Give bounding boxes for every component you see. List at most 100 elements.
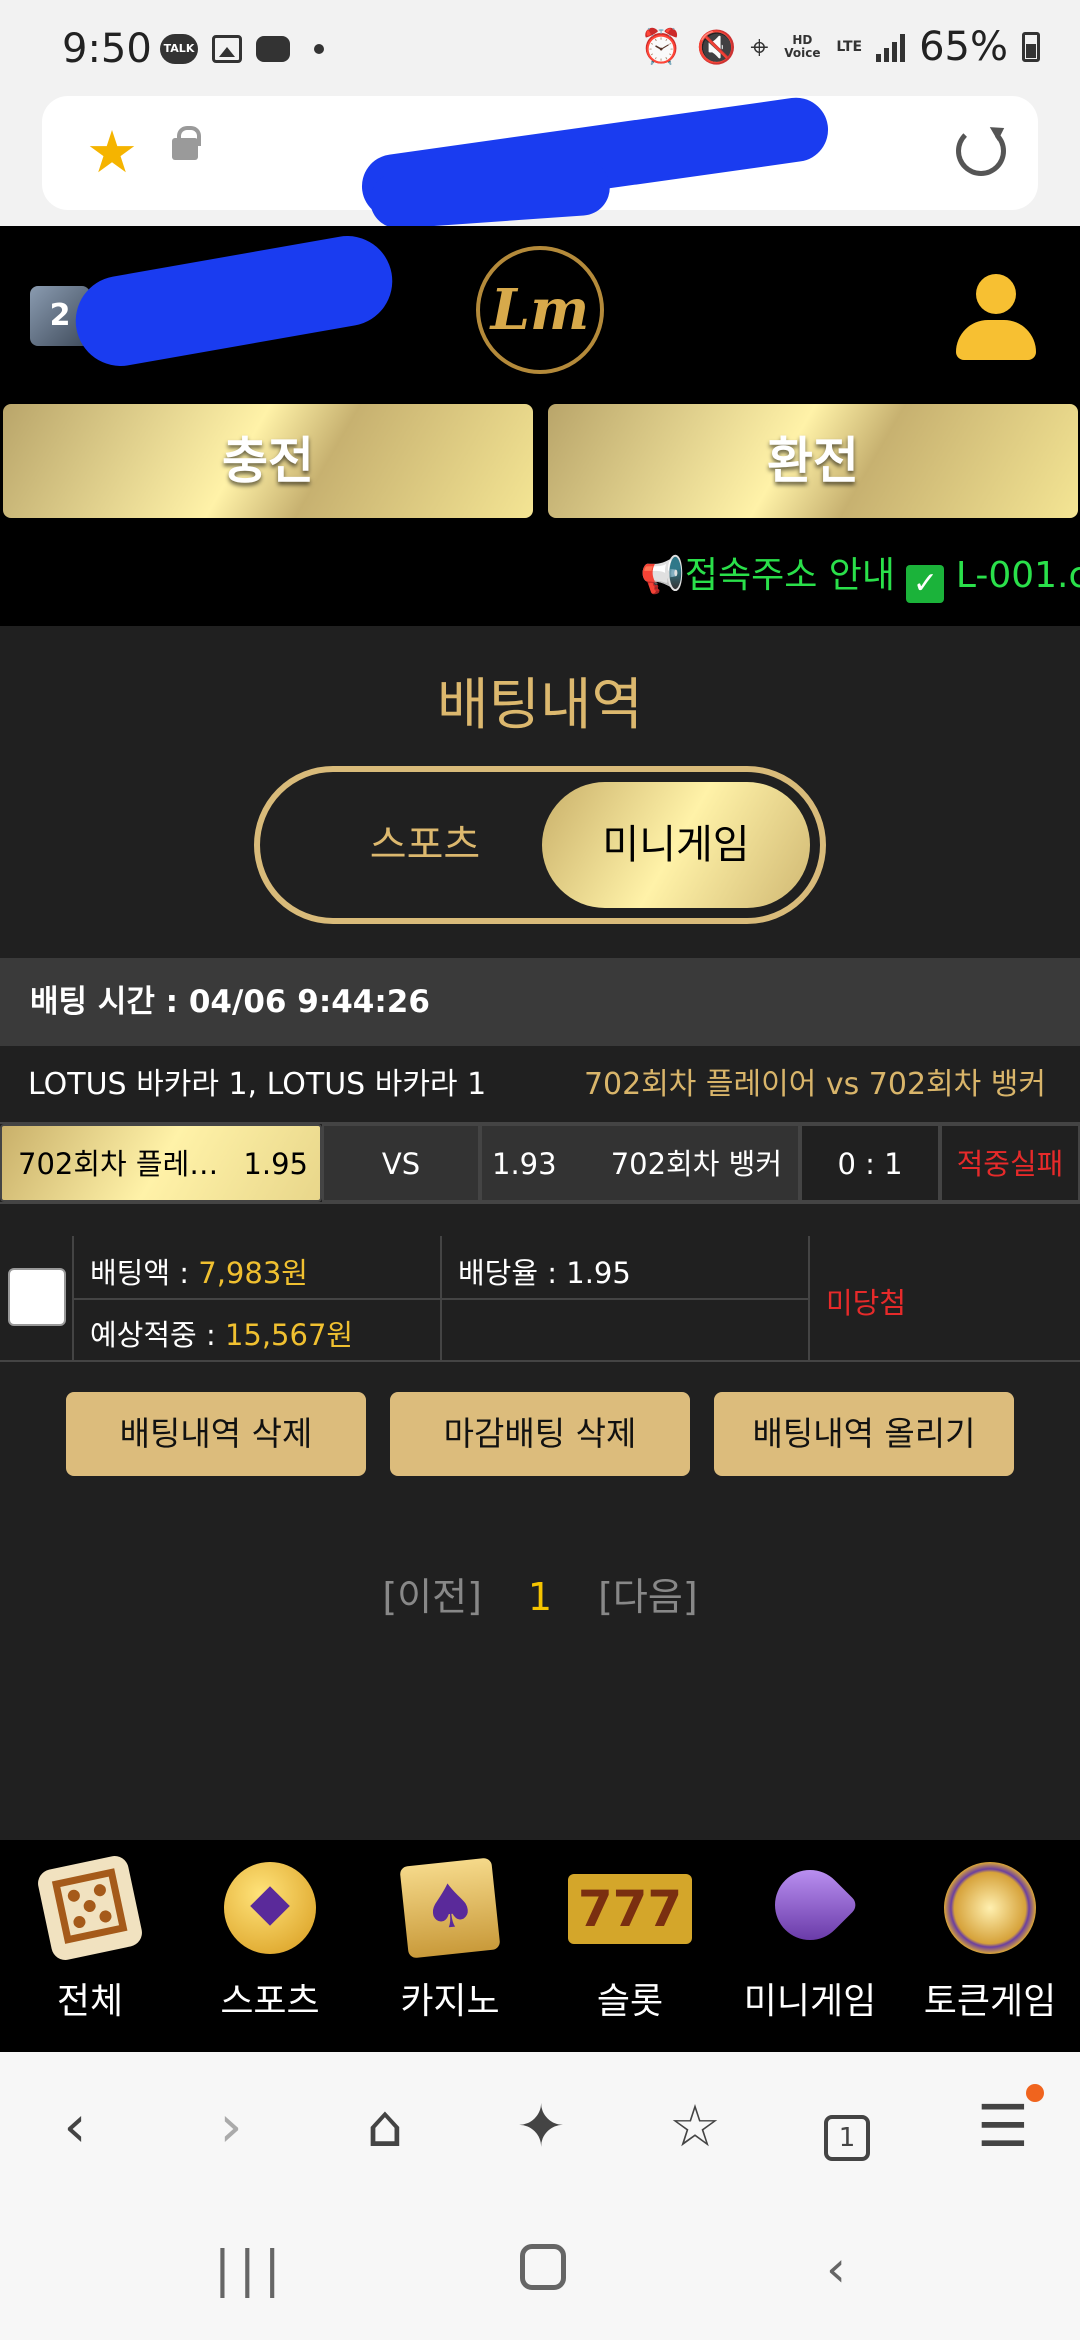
pager-prev[interactable]: [이전] xyxy=(382,1575,482,1619)
pagination: [이전] 1 [다음] xyxy=(0,1566,1080,1621)
system-nav-bar: ||| ‹ xyxy=(0,2196,1080,2340)
divider xyxy=(0,1360,1080,1362)
battery-icon xyxy=(1022,32,1040,62)
pager-next[interactable]: [다음] xyxy=(598,1575,698,1619)
page-title: 배팅내역 xyxy=(436,673,644,738)
score: 0 : 1 xyxy=(800,1124,940,1202)
match-selection: 702회차 플레이어 vs 702회차 뱅커 xyxy=(583,1067,1046,1102)
nav-item-label: 슬롯 xyxy=(596,1981,664,2022)
divider xyxy=(72,1298,808,1300)
menu-icon[interactable]: ☰ xyxy=(968,2084,1044,2160)
category-tabs: 스포츠 미니게임 xyxy=(254,766,826,924)
bookmarks-icon[interactable]: ☆ xyxy=(660,2094,730,2158)
user-profile-icon[interactable] xyxy=(956,274,1036,364)
nav-item-casino[interactable]: 카지노 xyxy=(360,1840,540,2052)
signal-icon xyxy=(876,32,906,62)
nav-item-label: 카지노 xyxy=(400,1981,500,2022)
bet-amount: 배팅액 : 7,983원 xyxy=(90,1250,308,1292)
reload-icon[interactable] xyxy=(956,126,1006,176)
odds-row: 702회차 플레… 1.95 VS 1.93 702회차 뱅커 0 : 1 적중… xyxy=(0,1124,1080,1204)
nav-item-label: 전체 xyxy=(56,1981,124,2022)
nav-item-token-game[interactable]: 토큰게임 xyxy=(900,1840,1080,2052)
alarm-icon: ⏰ xyxy=(640,27,683,67)
back-icon[interactable]: ‹ xyxy=(40,2094,110,2158)
hd-voice-icon: HD Voice xyxy=(784,33,821,60)
bet-amount-label: 배팅액 : xyxy=(90,1256,199,1290)
charge-button[interactable]: 충전 xyxy=(3,404,533,518)
lock-icon[interactable] xyxy=(172,126,201,160)
status-system-icons: ⏰ 🔇 ⌖ HD Voice LTE 65% xyxy=(640,24,1040,70)
pager-current[interactable]: 1 xyxy=(528,1575,552,1619)
playing-cards-icon xyxy=(399,1857,501,1959)
expected-win-value: 15,567원 xyxy=(224,1318,354,1352)
game-controller-icon xyxy=(256,36,290,62)
vs-label: VS xyxy=(322,1124,480,1202)
bookmark-star-icon[interactable]: ★ xyxy=(86,120,138,184)
delete-history-button[interactable]: 배팅내역 삭제 xyxy=(66,1392,366,1476)
home-team: 702회차 플레… xyxy=(18,1147,219,1181)
match-game-names: LOTUS 바카라 1, LOTUS 바카라 1 xyxy=(28,1067,487,1102)
roulette-icon xyxy=(944,1862,1036,1954)
check-mark-icon: ✓ xyxy=(906,565,945,603)
slot-777-icon: 777 xyxy=(568,1874,692,1944)
bet-time: 배팅 시간 : 04/06 9:44:26 xyxy=(0,958,1080,1046)
system-back-icon[interactable]: ‹ xyxy=(826,2240,846,2298)
browser-address-area: ★ xyxy=(0,93,1080,231)
more-notifications-dot-icon xyxy=(314,44,324,54)
tab-sports[interactable]: 스포츠 xyxy=(310,772,540,918)
browser-toolbar: ‹ › ⌂ ✦ ☆ 1 ☰ xyxy=(0,2052,1080,2196)
lte-icon: LTE xyxy=(836,39,863,55)
home-icon[interactable]: ⌂ xyxy=(350,2094,420,2158)
battery-percent: 65% xyxy=(919,24,1008,70)
bet-detail: 배팅액 : 7,983원 배당율 : 1.95 예상적중 : 15,567원 미… xyxy=(0,1236,1080,1360)
nav-item-label: 토큰게임 xyxy=(923,1981,1057,2022)
bet-amount-value: 7,983원 xyxy=(198,1256,308,1290)
notice-text: 접속주소 안내 xyxy=(684,555,895,596)
away-selection: 1.93 702회차 뱅커 xyxy=(480,1124,800,1202)
post-history-button[interactable]: 배팅내역 올리기 xyxy=(714,1392,1014,1476)
tabs-button[interactable]: 1 xyxy=(812,2094,882,2161)
username-redaction xyxy=(68,228,400,374)
gallery-icon xyxy=(212,35,242,63)
mute-icon: 🔇 xyxy=(696,28,737,66)
nav-item-all[interactable]: 전체 xyxy=(0,1840,180,2052)
ai-sparkle-icon[interactable]: ✦ xyxy=(506,2094,576,2158)
game-category-nav: 전체 스포츠 카지노 777 슬롯 미니게임 토큰게임 xyxy=(0,1840,1080,2052)
delete-closed-bets-button[interactable]: 마감배팅 삭제 xyxy=(390,1392,690,1476)
site-logo[interactable]: Lm xyxy=(476,246,604,374)
forward-icon[interactable]: › xyxy=(196,2094,266,2158)
dice-icon xyxy=(35,1853,145,1963)
menu-glyph: ☰ xyxy=(977,2092,1029,2160)
tab-count: 1 xyxy=(824,2115,870,2161)
notice-marquee[interactable]: 📢접속주소 안내 ✓ L-001.co xyxy=(640,546,1080,603)
match-info-row: LOTUS 바카라 1, LOTUS 바카라 1 702회차 플레이어 vs 7… xyxy=(0,1046,1080,1124)
status-time: 9:50 xyxy=(62,26,152,72)
home-odds: 1.95 xyxy=(243,1147,308,1181)
bet-status: 미당첨 xyxy=(826,1286,907,1320)
nav-item-label: 미니게임 xyxy=(743,1981,877,2022)
divider xyxy=(808,1236,810,1360)
rocket-icon xyxy=(760,1855,860,1955)
system-home-icon[interactable] xyxy=(520,2244,566,2290)
location-icon: ⌖ xyxy=(750,27,769,66)
recent-apps-icon[interactable]: ||| xyxy=(214,2240,289,2298)
expected-win-label: 예상적중 : xyxy=(90,1318,225,1352)
exchange-button[interactable]: 환전 xyxy=(548,404,1078,518)
nav-item-slot[interactable]: 777 슬롯 xyxy=(540,1840,720,2052)
nav-item-sports[interactable]: 스포츠 xyxy=(180,1840,360,2052)
payout-rate: 배당율 : 1.95 xyxy=(458,1256,631,1290)
away-team: 702회차 뱅커 xyxy=(610,1147,782,1181)
kakaotalk-icon: TALK xyxy=(160,34,198,64)
away-odds: 1.93 xyxy=(492,1147,557,1181)
status-bar: 9:50 TALK ⏰ 🔇 ⌖ HD Voice LTE 65% xyxy=(0,0,1080,96)
notification-dot xyxy=(1026,2084,1044,2102)
nav-item-minigame[interactable]: 미니게임 xyxy=(720,1840,900,2052)
megaphone-icon: 📢 xyxy=(640,555,685,596)
select-checkbox[interactable] xyxy=(8,1268,66,1326)
status-notification-icons: TALK xyxy=(160,34,324,64)
tab-minigame[interactable]: 미니게임 xyxy=(542,782,810,908)
soccer-ball-icon xyxy=(224,1862,316,1954)
notice-link[interactable]: L-001.co xyxy=(956,555,1080,596)
nav-item-label: 스포츠 xyxy=(220,1981,320,2022)
home-selection: 702회차 플레… 1.95 xyxy=(0,1124,322,1202)
